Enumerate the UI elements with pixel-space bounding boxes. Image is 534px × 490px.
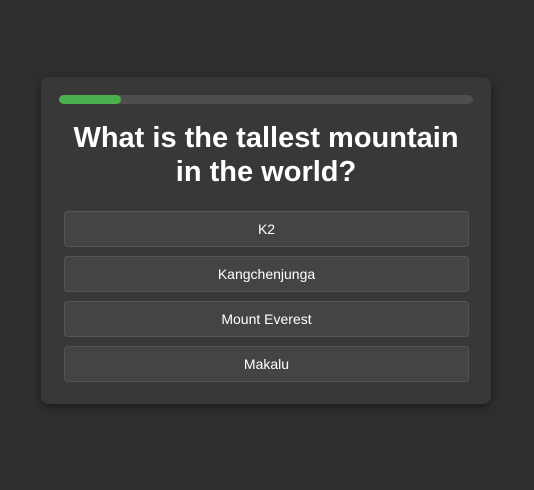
quiz-card: What is the tallest mountain in the worl… <box>41 77 491 404</box>
answer-list: K2 Kangchenjunga Mount Everest Makalu <box>64 211 469 391</box>
progress-bar <box>59 95 473 104</box>
answer-option-k2[interactable]: K2 <box>64 211 469 247</box>
answer-option-kangchenjunga[interactable]: Kangchenjunga <box>64 256 469 292</box>
question-text: What is the tallest mountain in the worl… <box>73 122 459 188</box>
progress-bar-fill <box>59 95 122 104</box>
answer-option-mount-everest[interactable]: Mount Everest <box>64 301 469 337</box>
answer-option-makalu[interactable]: Makalu <box>64 346 469 382</box>
